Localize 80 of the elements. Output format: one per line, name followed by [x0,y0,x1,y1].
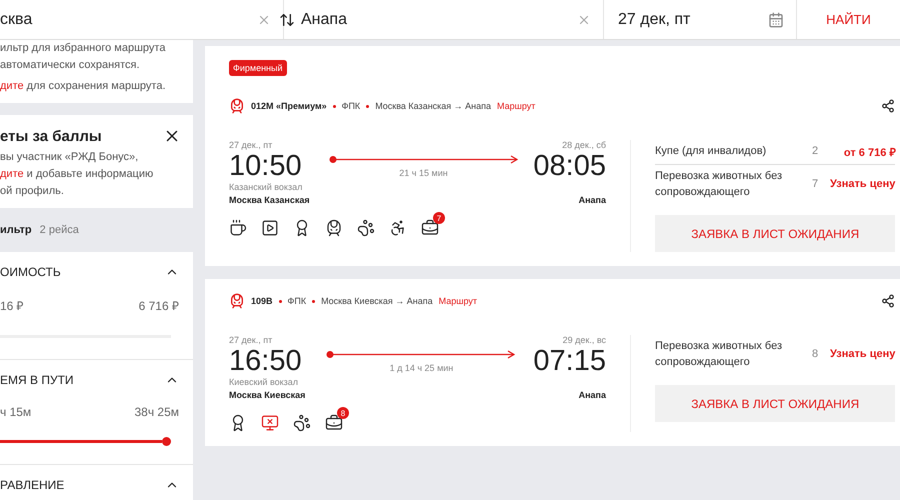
to-field[interactable]: Анапа [301,10,571,28]
slider-thumb[interactable] [162,437,171,446]
car-class: Перевозка животных без сопровождающего [655,169,784,200]
section-title: ЕМЯ В ПУТИ [0,373,74,387]
departure-city: Москва Казанская [229,195,310,205]
departure-city: Москва Киевская [229,390,306,400]
calendar-icon[interactable] [768,12,784,28]
route-text: Москва Киевская → Анапа [321,296,433,306]
train-number: 012М «Премиум» [251,101,327,111]
waitlist-button[interactable]: ЗАЯВКА В ЛИСТ ОЖИДАНИЯ [655,385,896,422]
carrier: ФПК [288,296,306,306]
paw-icon [357,219,375,237]
route-text: Москва Казанская → Анапа [375,101,492,111]
price-link[interactable]: Узнать цену [830,348,896,360]
train-icon [229,98,245,114]
suitcase-icon [325,414,343,432]
departure-date: 27 дек., пт [229,140,272,150]
crossed-screen-icon [261,414,279,432]
train-icon [325,219,343,237]
login-link[interactable]: дите [0,80,24,92]
count-badge: 7 [433,212,445,224]
duration: 1 д 14 ч 25 мин [390,363,454,373]
separator-dot [278,300,282,302]
note-text: для сохранения маршрута. [26,80,166,92]
range-min: ч 15м [0,405,32,419]
suitcase-icon [421,219,439,237]
seat-count: 2 [810,145,820,157]
play-icon [261,219,279,237]
separator-dot [332,104,336,108]
count-badge: 8 [337,407,349,419]
share-icon[interactable] [881,294,896,308]
section-title: РАВЛЕНИЕ [0,478,64,492]
price-link[interactable]: Узнать цену [830,178,896,190]
separator-dot [312,300,316,302]
filter-label: ильтр [0,224,32,236]
train-icon [229,293,245,309]
swap-icon[interactable] [279,12,295,28]
range-max: 6 716 ₽ [138,298,179,314]
price-link[interactable]: от 6 716 ₽ [830,144,896,158]
range-max: 38ч 25м [134,405,179,419]
arrival-city: Анапа [578,390,606,400]
bonus-text: вы участник «РЖД Бонус», [0,150,140,165]
route-link[interactable]: Маршрут [497,101,536,111]
bonus-text: ой профиль. [0,184,65,199]
share-icon[interactable] [881,99,896,113]
waitlist-button[interactable]: ЗАЯВКА В ЛИСТ ОЖИДАНИЯ [655,215,896,252]
note-text: ильтр для избранного маршрута [0,41,166,56]
date-field[interactable]: 27 дек, пт [618,10,762,28]
departure-time: 10:50 [229,150,302,182]
paw-icon [293,414,311,432]
note-text: автоматически сохранятся. [0,58,141,73]
branded-badge: Фирменный [229,60,287,76]
seat-count: 8 [810,348,820,360]
login-link[interactable]: дите [0,168,24,180]
car-class: Купе (для инвалидов) [655,144,768,159]
arrival-date: 29 дек., вс [562,335,606,345]
arrival-time: 08:05 [533,150,606,182]
car-class: Перевозка животных без сопровождающего [655,339,784,370]
slider-track[interactable] [0,437,171,446]
departure-time: 16:50 [229,345,302,377]
carrier: ФПК [342,101,360,111]
bonus-title: еты за баллы [0,128,102,144]
arrival-city: Анапа [578,195,606,205]
seat-count: 7 [810,178,820,190]
departure-date: 27 дек., пт [229,335,272,345]
train-number: 109В [251,296,273,306]
wheelchair-icon [389,219,407,237]
departure-station: Казанский вокзал [229,182,302,192]
separator-dot [366,104,370,108]
route-link[interactable]: Маршрут [438,296,477,306]
arrival-date: 28 дек., сб [562,140,606,150]
bonus-text: и добавьте информацию [26,168,154,180]
from-field[interactable]: сква [0,10,251,28]
arrival-time: 07:15 [533,345,606,377]
range-min: 16 ₽ [0,298,24,314]
cup-icon [229,219,247,237]
section-title: ОИМОСТЬ [0,265,61,279]
trip-count: 2 рейса [40,224,79,236]
duration: 21 ч 15 мин [399,168,448,178]
departure-station: Киевский вокзал [229,377,298,387]
